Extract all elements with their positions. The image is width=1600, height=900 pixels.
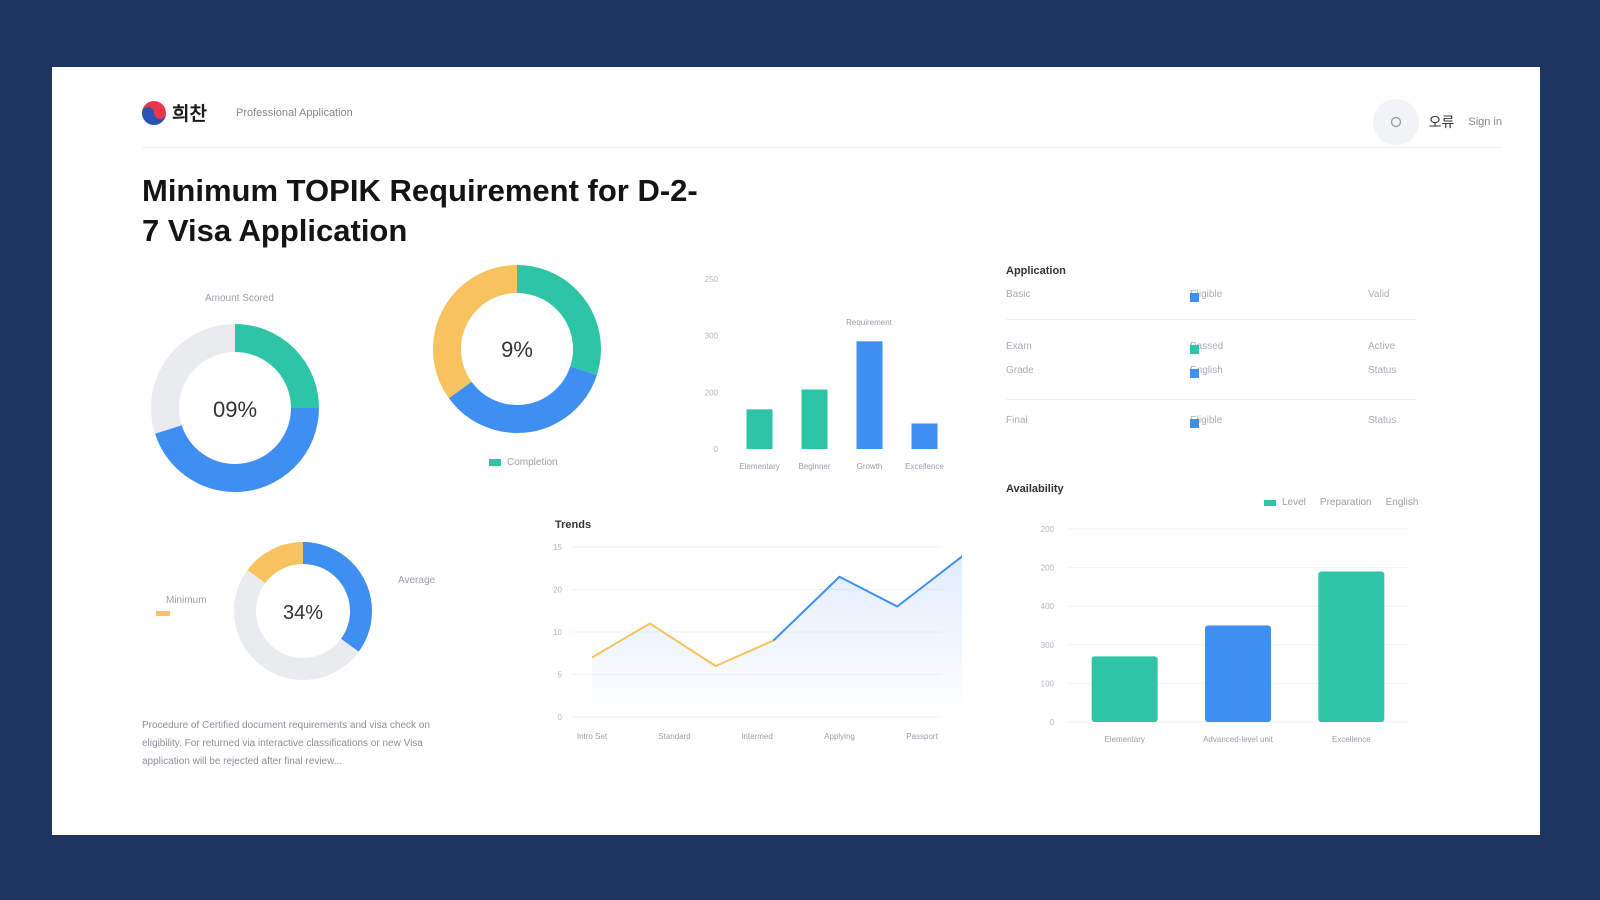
row-status-cell: English [1190,365,1223,378]
y-tick-label: 0 [1050,718,1055,727]
x-tick-label: Intro Set [577,732,608,741]
row-status-cell: Passed [1190,341,1223,354]
row-value: Status [1368,365,1397,376]
row-value: Status [1368,415,1397,426]
bar-1 [1205,625,1271,722]
row-status-cell: Eligible [1190,289,1222,302]
table-row[interactable]: Basic Eligible Valid [1006,285,1416,305]
nav-link[interactable]: Professional Application [236,107,353,119]
row-name: Final [1006,415,1028,426]
logo-text: 희찬 [172,104,207,125]
row-name: Grade [1006,365,1034,376]
legend-label: Level [1282,497,1306,508]
donut-chart-2: 9% [433,265,601,433]
y-tick-label: 200 [1041,525,1055,534]
row-name: Basic [1006,289,1031,300]
bar-chart-requirement: 0 200 300 250 Elementary Beginner Growth Excell… [705,275,945,471]
line-chart-trends: 0 5 10 20 15 Intro Set Standard Intermed Applyin… [553,543,962,741]
chart-annotation: Requirement [846,318,893,327]
header-actions: 오류 Sign in [1372,99,1502,145]
x-tick-label: Advanced-level unit [1203,735,1274,744]
legend-label: Preparation [1319,497,1372,508]
y-tick-label: 400 [1041,602,1055,611]
y-tick-label: 0 [558,713,563,722]
row-value: Active [1368,341,1396,352]
bar-0 [746,409,773,449]
legend-item: English [1386,497,1419,508]
x-tick-label: Intermed [741,732,773,741]
donut3-center-label: 34% [283,602,323,624]
y-tick-label: 200 [1041,564,1055,573]
row-name: Exam [1006,341,1032,352]
sign-in-link[interactable]: Sign in [1468,116,1502,128]
row-status-cell: Eligible [1190,415,1222,428]
donut1-label: Amount Scored [205,293,274,304]
status-swatch [1190,293,1199,302]
x-tick-label: Standard [658,732,690,741]
y-tick-label: 100 [1041,679,1055,688]
donut2-legend: Completion [489,457,558,468]
y-tick-label: 300 [705,332,719,341]
donut3-left-label: Minimum [166,595,207,606]
application-table: Application Basic Eligible Valid Exam Passed… [1006,265,1416,445]
search-icon [1390,116,1401,128]
legend-label: English [1385,497,1419,508]
application-table-title: Application [1006,265,1066,277]
y-tick-label: 300 [1041,641,1055,650]
y-tick-label: 250 [705,275,719,284]
logo[interactable]: 희찬 [142,99,207,126]
description-paragraph: Procedure of Certified document requirem… [142,720,430,767]
table-divider [1006,399,1416,400]
legend-swatch [1264,500,1276,506]
bar-3 [911,423,938,449]
table-divider [1006,319,1416,320]
flag-icon [142,100,166,125]
donut2-center-label: 9% [501,337,533,362]
donut-chart-3: 34% [234,542,372,680]
legend-item: Level [1264,497,1306,508]
availability-legend: Level Preparation English [1264,497,1418,508]
language-selector[interactable]: 오류 [1429,112,1455,132]
donut3-left-swatch [156,611,170,616]
y-tick-label: 5 [558,671,563,680]
status-swatch [1190,369,1199,378]
x-tick-label: Passport [906,732,938,741]
x-tick-label: Elementary [739,462,779,471]
donut2-legend-label: Completion [507,457,558,468]
y-tick-label: 20 [553,586,562,595]
dashboard-card: 희찬 Professional Application 오류 Sign in M… [52,67,1540,835]
x-tick-label: Applying [824,732,855,741]
donut-chart-1: 09% [151,324,319,492]
status-swatch [1190,345,1199,354]
bar-2 [1318,571,1385,722]
header-divider [142,147,1502,148]
bar-2 [856,341,883,449]
bar-0 [1091,656,1158,722]
status-swatch [1190,419,1199,428]
availability-title: Availability [1006,483,1064,495]
legend-item: Preparation [1320,497,1372,508]
table-row[interactable]: Exam Passed Active [1006,337,1416,357]
donut1-center-label: 09% [213,397,257,422]
page-title: Minimum TOPIK Requirement for D-2-7 Visa… [142,173,698,248]
header: 희찬 Professional Application 오류 Sign in [142,99,1502,145]
row-value: Valid [1368,289,1390,300]
y-tick-label: 0 [714,445,719,454]
y-tick-label: 15 [553,543,562,552]
donut3-right-label: Average [398,575,436,586]
y-tick-label: 200 [705,388,719,397]
x-tick-label: Growth [857,462,883,471]
bar-chart-availability: 0 100 300 400 200 200 Elementary Advanced-level… [1041,525,1408,744]
x-tick-label: Beginner [798,462,830,471]
x-tick-label: Excellence [905,462,944,471]
x-tick-label: Excellence [1332,735,1371,744]
legend-swatch [489,459,501,466]
table-row[interactable]: Grade English Status [1006,361,1416,381]
line-chart-title: Trends [555,519,592,531]
table-row[interactable]: Final Eligible Status [1006,411,1416,431]
x-tick-label: Elementary [1104,735,1144,744]
bar-1 [801,389,828,449]
search-button[interactable] [1372,99,1419,145]
y-tick-label: 10 [553,628,562,637]
